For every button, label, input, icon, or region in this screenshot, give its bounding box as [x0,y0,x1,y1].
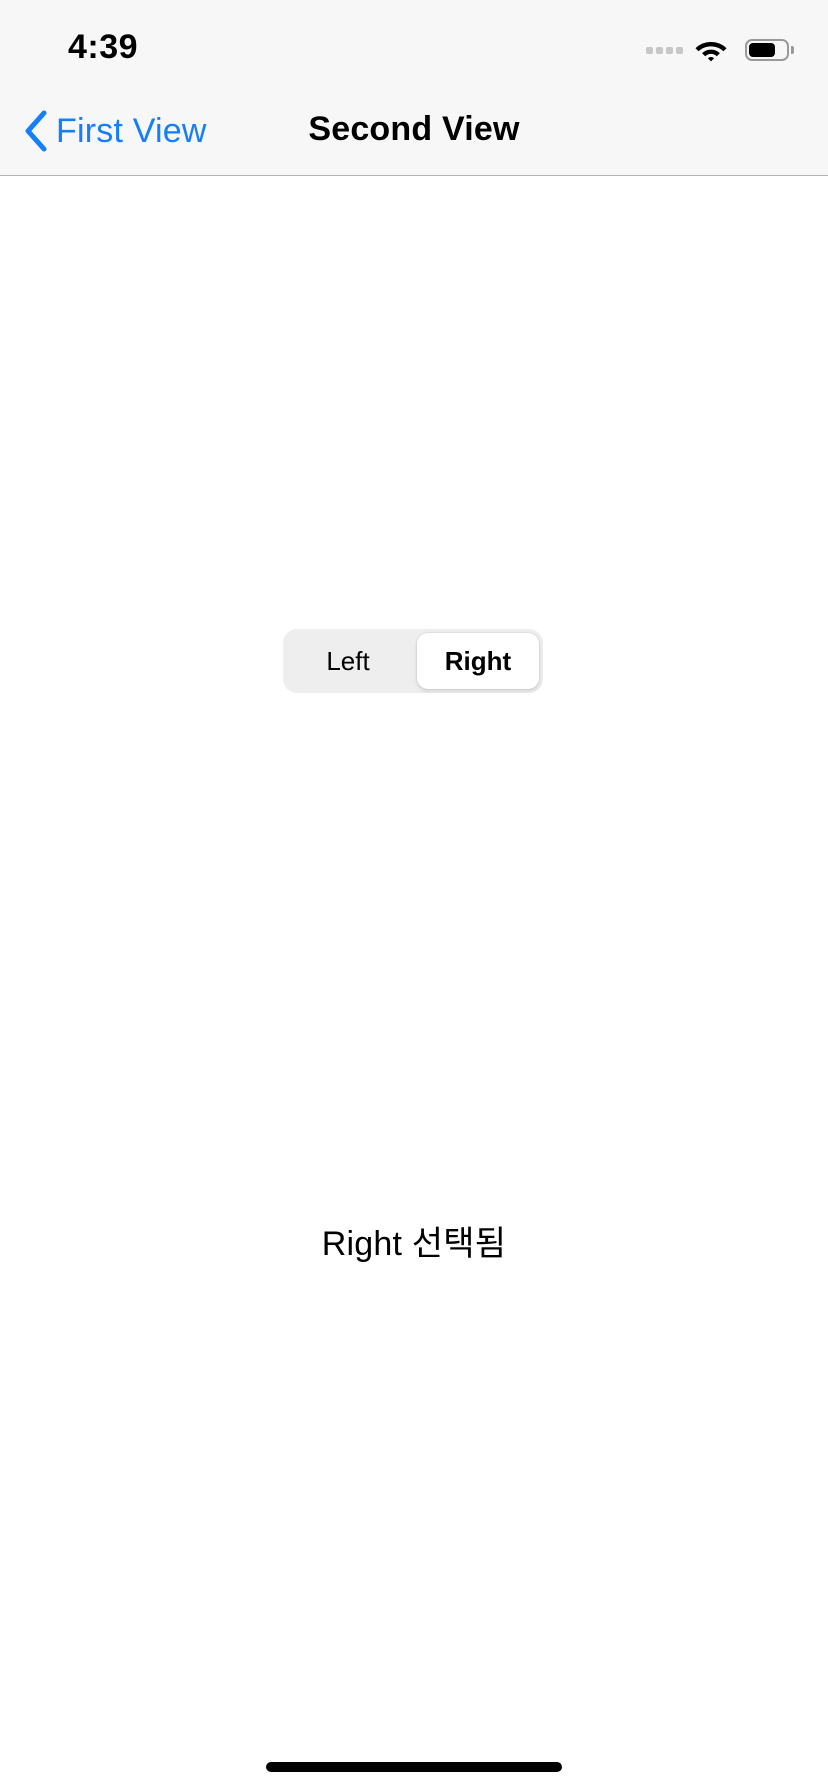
top-bar: 4:39 First View Second View [0,0,828,176]
status-icons [646,36,794,64]
page-title: Second View [308,110,520,148]
battery-icon [745,39,794,61]
signal-icon [646,46,683,54]
segmented-control: Left Right [283,629,543,693]
home-indicator [266,1762,562,1772]
status-time: 4:39 [68,28,139,66]
selection-result-label: Right 선택됨 [321,1225,507,1263]
wifi-icon [695,38,727,62]
segment-right[interactable]: Right [417,633,539,689]
segment-left[interactable]: Left [287,633,409,689]
